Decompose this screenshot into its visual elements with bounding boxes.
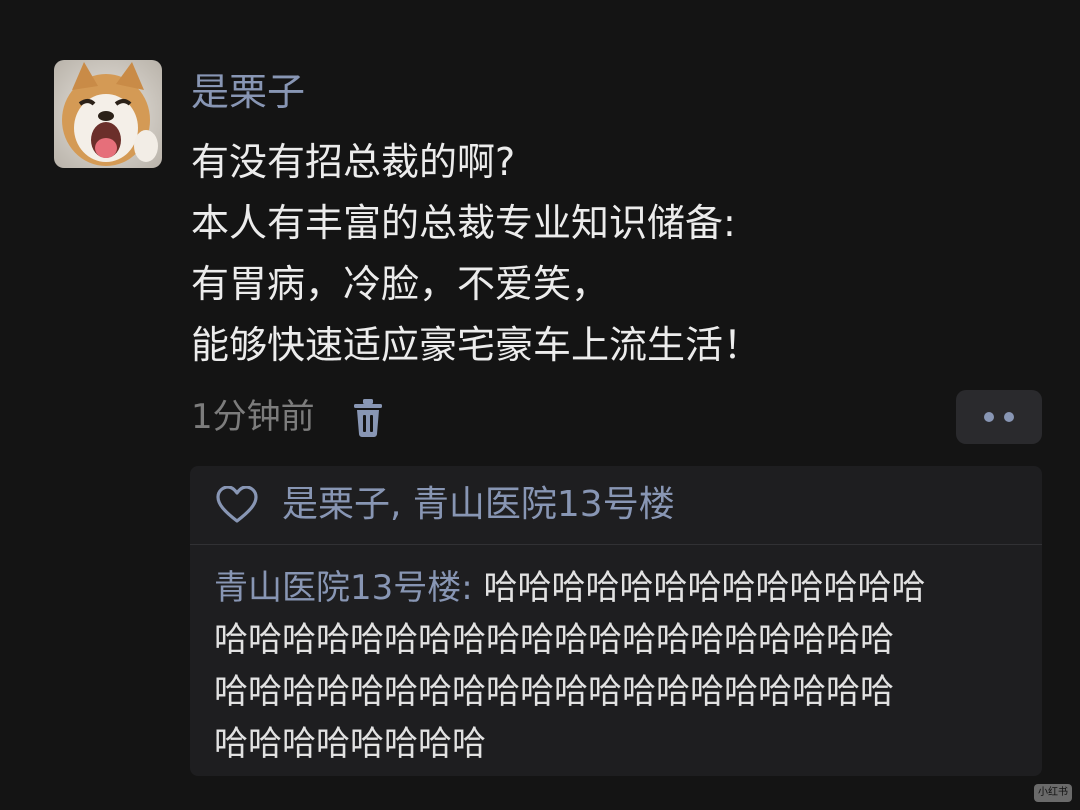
comment-line: 有没有招总裁的啊? <box>191 140 516 184</box>
comment-line: 有胃病，冷脸，不爱笑， <box>191 262 610 306</box>
more-dots-icon <box>984 412 994 422</box>
reply-author[interactable]: 青山医院13号楼 <box>214 568 461 608</box>
watermark-badge: 小红书 <box>1034 784 1072 802</box>
reply-line: 青山医院13号楼: 哈哈哈哈哈哈哈哈哈哈哈哈哈 <box>214 562 1034 614</box>
avatar[interactable] <box>54 60 162 168</box>
likes-row[interactable]: 是栗子, 青山医院13号楼 <box>190 466 1042 545</box>
reply-line: 哈哈哈哈哈哈哈哈哈哈哈哈哈哈哈哈哈哈哈哈 <box>214 620 894 660</box>
more-options-button[interactable] <box>956 390 1042 444</box>
dog-avatar-image <box>54 60 162 168</box>
reply-text: 哈哈哈哈哈哈哈哈哈哈哈哈哈 <box>483 568 926 608</box>
reply-item[interactable]: 青山医院13号楼: 哈哈哈哈哈哈哈哈哈哈哈哈哈 哈哈哈哈哈哈哈哈哈哈哈哈哈哈哈哈… <box>214 562 1034 770</box>
heart-icon[interactable] <box>216 486 258 524</box>
likes-names[interactable]: 是栗子, 青山医院13号楼 <box>282 480 675 530</box>
delete-button[interactable] <box>350 398 386 438</box>
more-dots-icon <box>1004 412 1014 422</box>
reply-line: 哈哈哈哈哈哈哈哈 <box>214 724 486 764</box>
interaction-panel: 是栗子, 青山医院13号楼 青山医院13号楼: 哈哈哈哈哈哈哈哈哈哈哈哈哈 哈哈… <box>190 466 1042 776</box>
comment-timestamp: 1分钟前 <box>191 397 315 437</box>
comment-line: 本人有丰富的总裁专业知识储备: <box>191 201 736 245</box>
comment-author[interactable]: 是栗子 <box>191 64 305 120</box>
reply-separator: : <box>461 568 484 608</box>
reply-line: 哈哈哈哈哈哈哈哈哈哈哈哈哈哈哈哈哈哈哈哈 <box>214 672 894 712</box>
trash-icon <box>354 399 382 437</box>
comment-content: 有没有招总裁的啊? 本人有丰富的总裁专业知识储备: 有胃病，冷脸，不爱笑， 能够… <box>191 132 1051 376</box>
comment-line: 能够快速适应豪宅豪车上流生活！ <box>191 323 762 367</box>
